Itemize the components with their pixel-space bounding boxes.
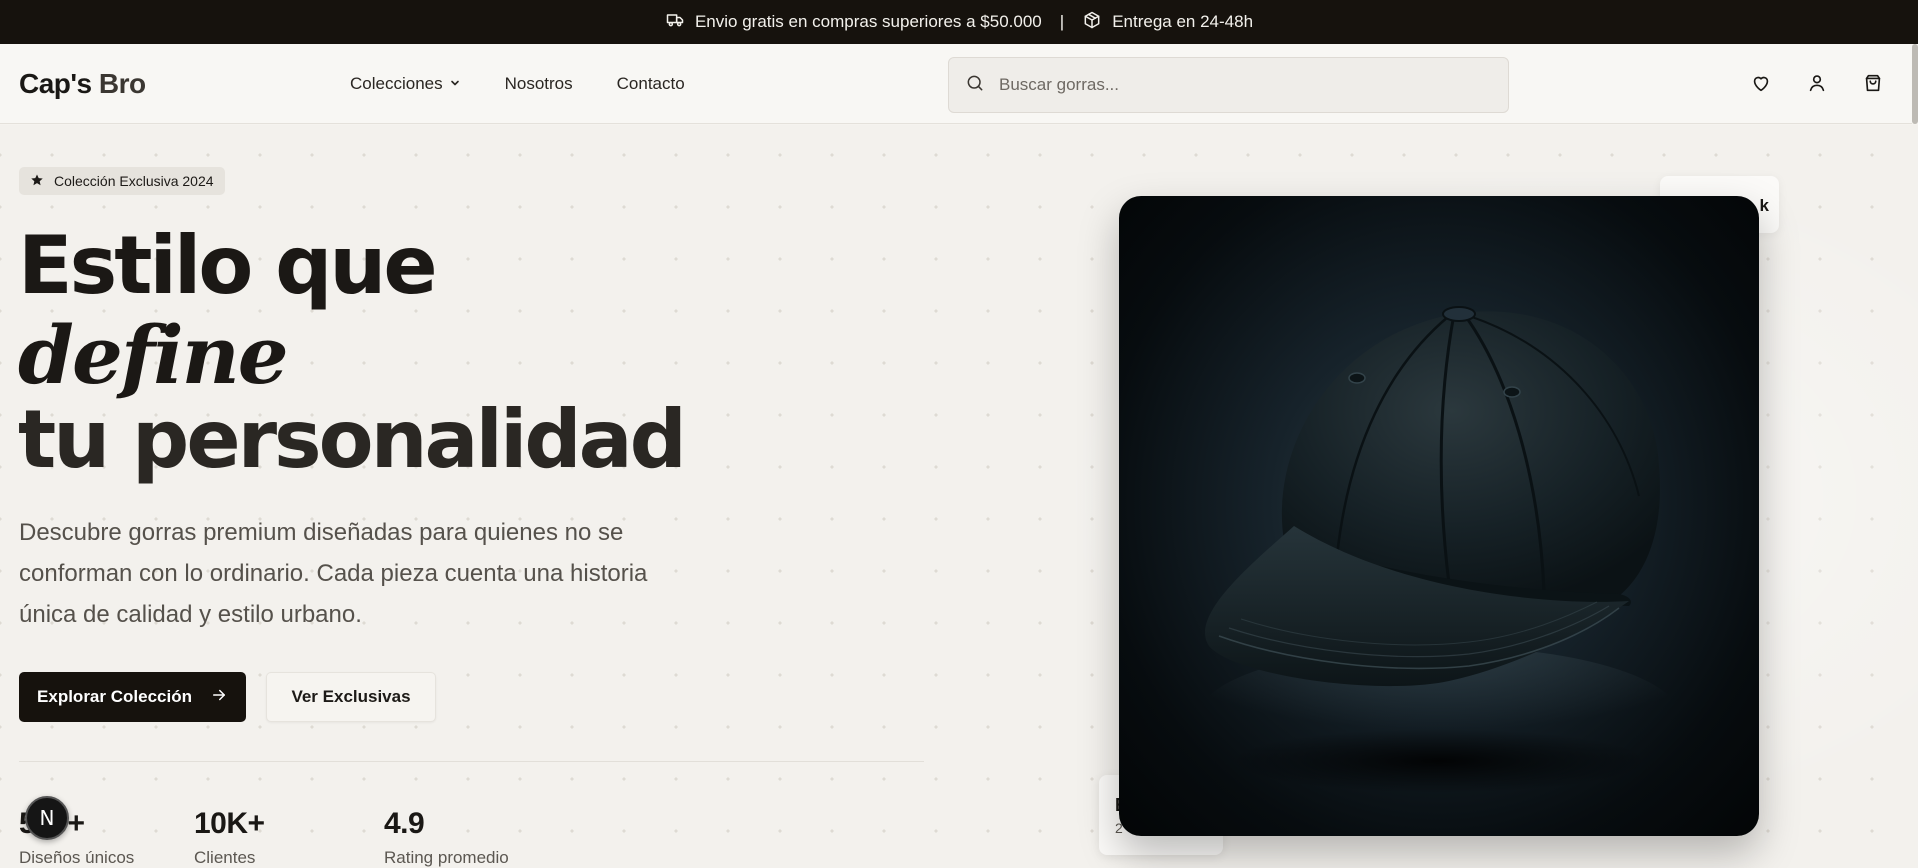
chevron-down-icon [449,74,461,94]
hero-description: Descubre gorras premium diseñadas para q… [19,519,648,628]
stat-value: 10K+ [194,807,265,840]
shipping-text: Envio gratis en compras superiores a $50… [694,12,1042,31]
delivery-text: Entrega en 24-48h [1112,12,1254,31]
nav-collections-label: Colecciones [350,74,443,93]
product-image-card[interactable] [1119,196,1759,836]
view-exclusives-button[interactable]: Ver Exclusivas [266,672,436,722]
stat-label: Clientes satisfechos [194,848,256,867]
logo-second: Bro [98,68,146,99]
star-icon [30,173,44,190]
hero-headline: Estilo que define tu personalidad [18,219,687,486]
stats-divider [19,761,924,762]
site-header: Cap's Bro Colecciones Nosotros Contacto [0,44,1912,124]
nav-contact[interactable]: Contacto [617,74,685,94]
search-box [948,57,1509,113]
package-icon [1082,10,1102,35]
search-input[interactable] [999,75,1479,95]
truck-icon [665,10,685,35]
heart-icon[interactable] [1750,72,1772,99]
explore-collection-button[interactable]: Explorar Colección [19,672,246,722]
logo-first: Cap's [19,68,92,99]
headline-line-1: Estilo que [18,219,438,312]
search-icon [965,73,985,98]
main-nav: Colecciones Nosotros Contacto [350,74,685,94]
stat-rating: 4.9 Rating promedio [384,806,509,868]
scrollbar-thumb[interactable] [1912,44,1918,124]
shipping-notice: Envio gratis en compras superiores a $50… [665,10,1042,35]
header-actions [1750,72,1884,99]
floating-action-button[interactable]: N [25,796,69,840]
stat-customers: 10K+ Clientes satisfechos [194,806,344,868]
user-icon[interactable] [1806,72,1828,99]
delivery-notice: Entrega en 24-48h [1082,10,1253,35]
explore-collection-label: Explorar Colección [37,687,192,706]
badge-label: Colección Exclusiva 2024 [54,173,214,189]
stats-row: 500+ Diseños únicos 10K+ Clientes satisf… [19,806,549,868]
separator: | [1059,12,1065,31]
arrow-right-icon [210,686,228,709]
nav-about[interactable]: Nosotros [505,74,573,94]
logo[interactable]: Cap's Bro [19,68,146,100]
headline-line-3: tu personalidad [18,393,687,486]
announcement-bar: Envio gratis en compras superiores a $50… [0,0,1918,44]
nav-collections[interactable]: Colecciones [350,74,461,94]
collection-badge: Colección Exclusiva 2024 [19,167,225,195]
stat-value: 4.9 [384,807,425,840]
stat-label: Diseños únicos [19,848,135,867]
headline-line-2: define [18,308,289,402]
stat-label: Rating promedio [384,848,509,867]
cap-illustration [1199,306,1679,793]
shopping-bag-icon[interactable] [1862,72,1884,99]
